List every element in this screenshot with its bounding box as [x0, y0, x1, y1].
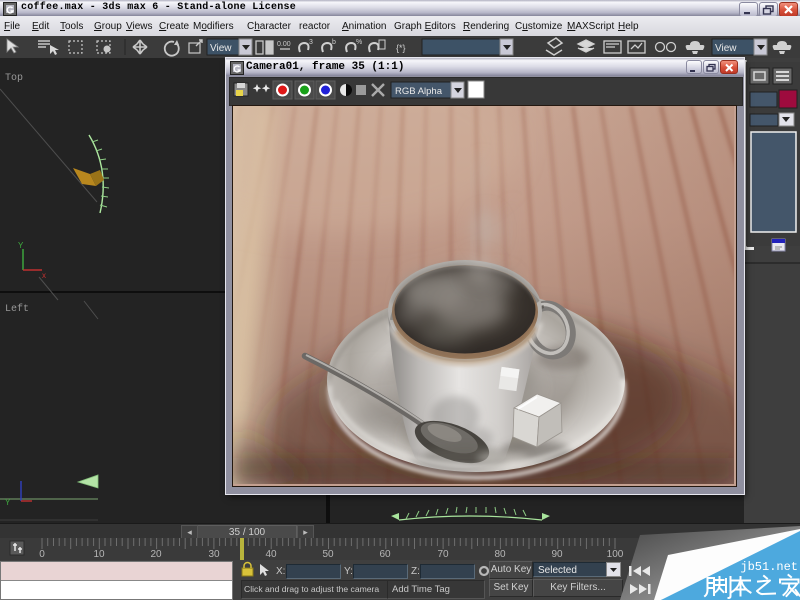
- svg-text:80: 80: [494, 549, 506, 560]
- svg-text:%: %: [356, 39, 362, 46]
- svg-text:x: x: [42, 271, 46, 280]
- svg-text:70: 70: [437, 549, 449, 560]
- svg-text:Y: Y: [18, 241, 24, 250]
- svg-text:20: 20: [150, 549, 162, 560]
- svg-text:Left: Left: [5, 303, 29, 315]
- svg-text:0: 0: [39, 549, 45, 560]
- svg-text:View: View: [715, 43, 737, 54]
- svg-text:3: 3: [309, 39, 313, 46]
- svg-text:50: 50: [322, 549, 334, 560]
- svg-text:{*}: {*}: [396, 43, 406, 53]
- svg-text:View: View: [210, 43, 232, 54]
- svg-text:30: 30: [208, 549, 220, 560]
- svg-text:b: b: [332, 39, 336, 46]
- svg-text:Top: Top: [5, 73, 23, 84]
- svg-text:10: 10: [93, 549, 105, 560]
- svg-text:0.00: 0.00: [277, 41, 291, 48]
- svg-text:Y: Y: [5, 498, 11, 507]
- svg-text:RGB Alpha: RGB Alpha: [395, 86, 443, 97]
- svg-text:90: 90: [551, 549, 563, 560]
- svg-text:40: 40: [265, 549, 277, 560]
- svg-text:jb51.net: jb51.net: [740, 560, 798, 574]
- svg-text:60: 60: [379, 549, 391, 560]
